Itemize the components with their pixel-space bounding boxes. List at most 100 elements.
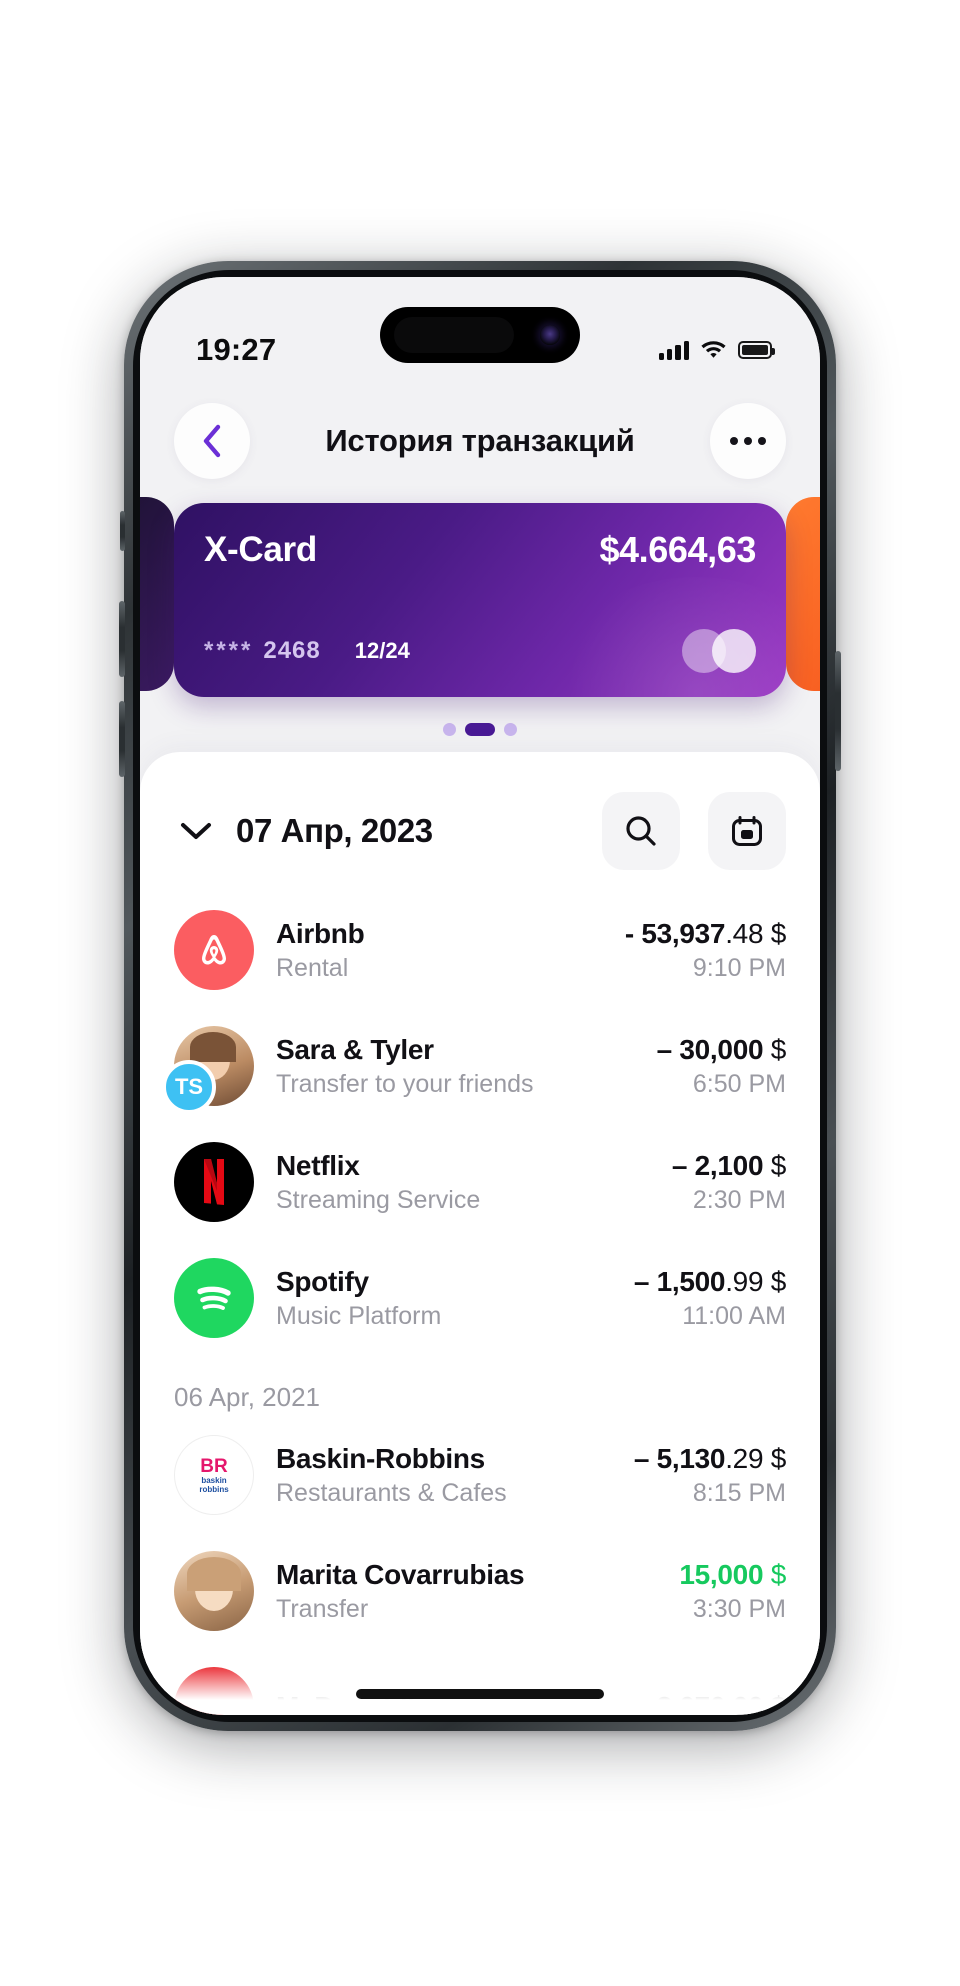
screenshot-stage: 19:27 История транзакций X-Card $4.664,6…: [0, 0, 960, 1986]
card-number: **** 2468: [204, 637, 321, 665]
pagination-dot-1[interactable]: [443, 723, 456, 736]
transaction-time: 9:10 PM: [692, 953, 786, 982]
sara-tyler-avatar: TS: [162, 1026, 254, 1114]
card-carousel[interactable]: X-Card $4.664,63 **** 2468 12/24: [140, 497, 820, 703]
app-root: История транзакций X-Card $4.664,63 ****…: [140, 277, 820, 1715]
transaction-subtitle: Rental: [276, 953, 349, 982]
table-row[interactable]: Spotify Music Platform – 1,500.99 $ 11:0…: [174, 1240, 786, 1356]
transaction-title: Sara & Tyler: [276, 1033, 434, 1065]
cards-track: X-Card $4.664,63 **** 2468 12/24: [140, 503, 820, 697]
marita-avatar: [174, 1551, 254, 1631]
card-name: X-Card: [204, 530, 317, 569]
status-badge: TS: [162, 1060, 216, 1114]
transaction-info: Netflix Streaming Service: [276, 1150, 650, 1215]
transaction-amount-block: – 1,500.99 $ 11:00 AM: [634, 1266, 786, 1331]
page-title: История транзакций: [325, 423, 635, 458]
chevron-left-icon: [203, 424, 221, 458]
spotify-logo-icon: [174, 1258, 254, 1338]
transaction-amount: – 5,130.29 $: [634, 1443, 786, 1475]
transaction-time: 11:00 AM: [682, 1301, 786, 1330]
transaction-time: 3:30 PM: [692, 1594, 786, 1623]
phone-screen: 19:27 История транзакций X-Card $4.664,6…: [140, 277, 820, 1715]
amount-main: – 30,000: [656, 1033, 764, 1065]
pagination-dot-3[interactable]: [504, 723, 517, 736]
more-horizontal-icon: [730, 437, 766, 445]
amount-currency: $: [770, 1033, 787, 1065]
amount-main: – 1,500: [633, 1265, 726, 1297]
transaction-amount-block: – 2,100 $ 2:30 PM: [672, 1150, 786, 1215]
mcdonalds-logo-icon: [174, 1667, 254, 1715]
more-options-button[interactable]: [710, 403, 786, 479]
table-row[interactable]: TS Sara & Tyler Transfer to your friends…: [162, 1008, 787, 1124]
dynamic-island: [380, 307, 580, 363]
sheet-header: 07 Апр, 2023: [140, 792, 820, 876]
collapse-button[interactable]: [174, 809, 218, 853]
transaction-subtitle: Restaurants & Cafes: [276, 1478, 507, 1507]
table-row[interactable]: Netflix Streaming Service – 2,100 $ 2:30…: [174, 1124, 786, 1240]
status-time: 19:27: [196, 332, 277, 367]
card-peek-next[interactable]: [786, 497, 820, 691]
transaction-amount: – 30,000 $: [656, 1033, 787, 1066]
netflix-logo-icon: [174, 1142, 254, 1222]
svg-text:baskin: baskin: [201, 1476, 226, 1485]
table-row[interactable]: BR baskin robbins Baskin-Robbins Restauran…: [174, 1417, 786, 1533]
app-header: История транзакций: [140, 389, 820, 487]
svg-text:BR: BR: [200, 1456, 228, 1477]
search-button[interactable]: [602, 792, 680, 870]
cellular-signal-icon: [658, 340, 689, 360]
table-row[interactable]: Airbnb Rental - 53,937.48 $ 9:10 PM: [174, 892, 786, 1008]
transaction-amount: – 3,070.00 $: [633, 1691, 786, 1715]
front-camera-icon: [540, 325, 560, 345]
table-row[interactable]: McDonald's – 3,070.00 $: [174, 1649, 786, 1715]
amount-cents: .29: [725, 1442, 764, 1474]
transaction-title: Baskin-Robbins: [276, 1442, 485, 1474]
transaction-info: Airbnb Rental: [276, 918, 603, 983]
transaction-title: Marita Covarrubias: [276, 1558, 525, 1590]
baskin-robbins-logo-icon: BR baskin robbins: [174, 1435, 254, 1515]
card-balance: $4.664,63: [599, 529, 756, 570]
amount-currency: $: [770, 1265, 787, 1297]
volume-down-button[interactable]: [119, 701, 125, 777]
amount-main: – 5,130: [633, 1442, 726, 1474]
airbnb-logo-icon: [174, 910, 254, 990]
transaction-list: Airbnb Rental - 53,937.48 $ 9:10 PM TS S…: [140, 876, 820, 1715]
transaction-subtitle: Streaming Service: [276, 1185, 481, 1214]
volume-up-button[interactable]: [119, 601, 125, 677]
phone-frame: 19:27 История транзакций X-Card $4.664,6…: [119, 261, 841, 1731]
calendar-button[interactable]: [708, 792, 786, 870]
transaction-subtitle: Transfer to your friends: [276, 1069, 534, 1098]
transaction-amount: 15,000 $: [679, 1559, 786, 1591]
back-button[interactable]: [174, 403, 250, 479]
amount-currency: $: [770, 1442, 787, 1474]
wifi-icon: [700, 338, 727, 363]
selected-date: 07 Апр, 2023: [236, 812, 433, 849]
table-row[interactable]: Marita Covarrubias Transfer 15,000 $ 3:3…: [174, 1533, 786, 1649]
transaction-title: Netflix: [276, 1149, 360, 1181]
status-icons: [658, 338, 775, 363]
svg-text:robbins: robbins: [199, 1485, 229, 1494]
transaction-amount: – 1,500.99 $: [634, 1266, 786, 1298]
amount-main: – 2,100: [671, 1149, 764, 1181]
silent-switch[interactable]: [120, 511, 125, 551]
transaction-subtitle: Music Platform: [276, 1301, 442, 1330]
home-indicator[interactable]: [356, 1689, 604, 1699]
transaction-amount-block: – 3,070.00 $: [634, 1691, 786, 1715]
pagination-dot-2-active[interactable]: [465, 723, 495, 736]
transaction-info: Marita Covarrubias Transfer: [276, 1559, 657, 1624]
transaction-amount-block: 15,000 $ 3:30 PM: [679, 1559, 786, 1624]
transaction-amount: – 2,100 $: [672, 1150, 786, 1182]
carousel-pagination[interactable]: [140, 703, 820, 752]
battery-full-icon: [738, 341, 775, 359]
card-top-row: X-Card $4.664,63: [204, 529, 756, 571]
transaction-subtitle: Transfer: [276, 1594, 369, 1623]
transactions-sheet: 07 Апр, 2023 Airbnb Rental - 53,937.48 $…: [140, 752, 820, 1715]
card-details: **** 2468 12/24: [204, 637, 410, 665]
bank-card[interactable]: X-Card $4.664,63 **** 2468 12/24: [174, 503, 786, 697]
power-button[interactable]: [835, 651, 841, 771]
card-peek-previous[interactable]: [140, 497, 174, 691]
amount-cents: .99: [725, 1265, 764, 1297]
amount-main: 15,000: [679, 1558, 764, 1590]
amount-currency: $: [770, 1558, 787, 1590]
transaction-title: Airbnb: [276, 917, 365, 949]
amount-currency: $: [770, 1149, 787, 1181]
